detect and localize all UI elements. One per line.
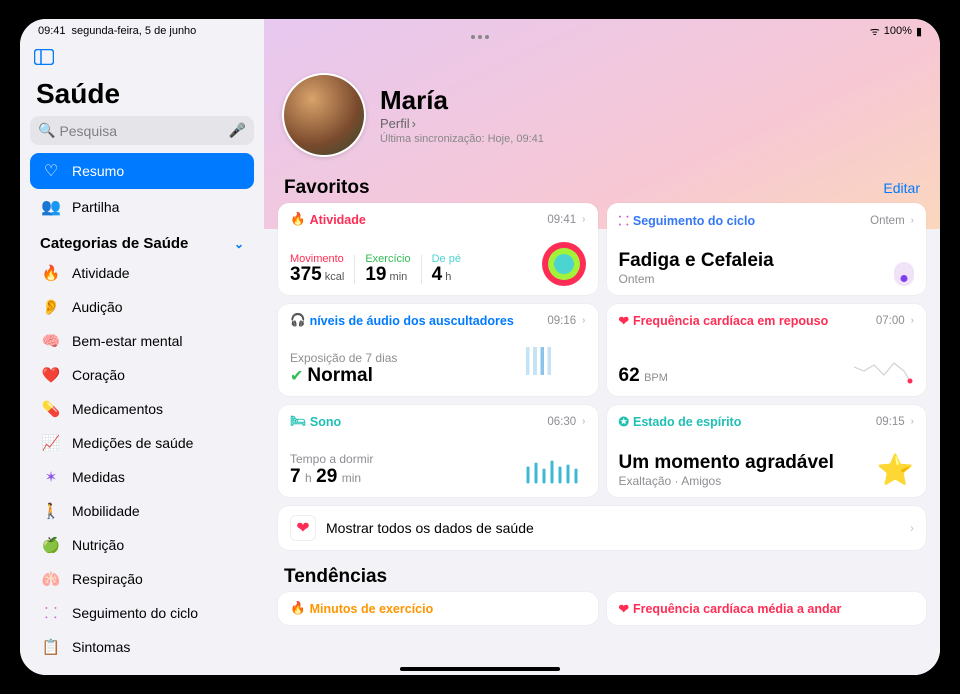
card-trend-walking-hr[interactable]: ❤︎Frequência cardíaca média a andar xyxy=(607,592,927,625)
search-placeholder: Pesquisa xyxy=(59,123,117,139)
chevron-right-icon: › xyxy=(582,214,585,225)
sidebar: Saúde 🔍 Pesquisa 🎤 ♡ Resumo 👥 Partilha C… xyxy=(20,19,264,675)
card-trend-exercise[interactable]: 🔥Minutos de exercício xyxy=(278,592,598,625)
lungs-icon: 🫁 xyxy=(40,568,62,590)
hr-sparkline-icon xyxy=(852,357,914,387)
battery-pct: 100% xyxy=(884,25,912,37)
search-input[interactable]: 🔍 Pesquisa 🎤 xyxy=(30,116,254,145)
flame-icon: 🔥 xyxy=(290,212,306,227)
apple-icon: 🍏 xyxy=(40,534,62,556)
sleep-sparkline-icon xyxy=(524,458,586,488)
categories-header[interactable]: Categorias de Saúde ⌄ xyxy=(30,225,254,256)
pill-icon: 💊 xyxy=(40,398,62,420)
heart-outline-icon: ♡ xyxy=(40,160,62,182)
multitask-dots[interactable] xyxy=(471,35,489,39)
nav-summary[interactable]: ♡ Resumo xyxy=(30,153,254,189)
chevron-down-icon: ⌄ xyxy=(234,237,244,251)
avatar[interactable] xyxy=(282,73,366,157)
heart-icon: ❤︎ xyxy=(619,313,629,328)
heart-icon: ❤️ xyxy=(40,364,62,386)
cat-symptoms[interactable]: 📋Sintomas xyxy=(30,630,254,664)
battery-icon: ▮ xyxy=(916,25,922,38)
status-time: 09:41 xyxy=(38,25,66,37)
clipboard-icon: 📋 xyxy=(40,636,62,658)
star-icon: ⭐ xyxy=(877,453,914,488)
cat-nutrition[interactable]: 🍏Nutrição xyxy=(30,528,254,562)
chevron-right-icon: › xyxy=(911,215,914,226)
chevron-right-icon: › xyxy=(910,521,914,535)
trends-title: Tendências xyxy=(284,566,387,588)
cycle-indicator-icon xyxy=(894,262,914,286)
cat-medication[interactable]: 💊Medicamentos xyxy=(30,392,254,426)
people-icon: 👥 xyxy=(40,196,62,218)
nav-sharing-label: Partilha xyxy=(72,199,119,215)
cycle-icon: ⸬ xyxy=(40,602,62,624)
bed-icon: 🛏 xyxy=(290,414,306,429)
card-headphone-audio[interactable]: 🎧níveis de áudio dos auscultadores09:16›… xyxy=(278,304,598,396)
status-date: segunda-feira, 5 de junho xyxy=(72,25,197,37)
home-indicator[interactable] xyxy=(400,667,560,671)
profile-header[interactable]: María Perfil › Última sincronização: Hoj… xyxy=(282,73,926,157)
categories-title: Categorias de Saúde xyxy=(40,235,188,252)
ruler-icon: ✶ xyxy=(40,466,62,488)
card-cycle[interactable]: ⸬Seguimento do cicloOntem› Fadiga e Cefa… xyxy=(607,203,927,295)
cat-hearing[interactable]: 👂Audição xyxy=(30,290,254,324)
wifi-icon: ᯤ xyxy=(870,24,880,39)
cat-metrics[interactable]: 📈Medições de saúde xyxy=(30,426,254,460)
cat-body[interactable]: ✶Medidas xyxy=(30,460,254,494)
chevron-right-icon: › xyxy=(911,315,914,326)
app-title: Saúde xyxy=(30,78,254,110)
mood-icon: ✪ xyxy=(619,414,629,429)
flame-icon: 🔥 xyxy=(290,601,306,616)
cat-mental[interactable]: 🧠Bem-estar mental xyxy=(30,324,254,358)
nav-summary-label: Resumo xyxy=(72,163,124,179)
flame-icon: 🔥 xyxy=(40,262,62,284)
cat-respiratory[interactable]: 🫁Respiração xyxy=(30,562,254,596)
nav-sharing[interactable]: 👥 Partilha xyxy=(30,189,254,225)
ear-icon: 👂 xyxy=(40,296,62,318)
card-mood[interactable]: ✪Estado de espírito09:15› Um momento agr… xyxy=(607,405,927,497)
audio-sparkline-icon xyxy=(526,347,586,375)
favorites-title: Favoritos xyxy=(284,177,370,199)
main-content: María Perfil › Última sincronização: Hoj… xyxy=(264,19,940,675)
walk-icon: 🚶 xyxy=(40,500,62,522)
chevron-right-icon: › xyxy=(582,416,585,427)
show-all-label: Mostrar todos os dados de saúde xyxy=(326,520,534,536)
category-list: 🔥Atividade 👂Audição 🧠Bem-estar mental ❤️… xyxy=(30,256,254,664)
mic-icon[interactable]: 🎤 xyxy=(229,122,246,139)
card-activity[interactable]: 🔥Atividade09:41› Movimento375 kcal Exerc… xyxy=(278,203,598,295)
profile-link[interactable]: Perfil › xyxy=(380,116,544,131)
heart-icon: ❤︎ xyxy=(619,601,629,616)
cat-heart[interactable]: ❤️Coração xyxy=(30,358,254,392)
cat-cycle[interactable]: ⸬Seguimento do ciclo xyxy=(30,596,254,630)
hr-value: 62 xyxy=(619,365,640,386)
cycle-icon: ⸬ xyxy=(619,212,629,229)
chart-icon: 📈 xyxy=(40,432,62,454)
cat-activity[interactable]: 🔥Atividade xyxy=(30,256,254,290)
check-icon: ✔︎ xyxy=(290,366,303,386)
profile-sync: Última sincronização: Hoje, 09:41 xyxy=(380,133,544,145)
heart-icon: ❤︎ xyxy=(290,515,316,541)
brain-icon: 🧠 xyxy=(40,330,62,352)
activity-rings-icon xyxy=(542,242,586,286)
chevron-right-icon: › xyxy=(412,116,416,131)
card-sleep[interactable]: 🛏Sono06:30› Tempo a dormir 7 h 29 min xyxy=(278,405,598,497)
edit-favorites-button[interactable]: Editar xyxy=(883,180,920,196)
toggle-sidebar-button[interactable] xyxy=(34,49,254,70)
headphone-icon: 🎧 xyxy=(290,313,306,328)
card-resting-hr[interactable]: ❤︎Frequência cardíaca em repouso07:00› 6… xyxy=(607,304,927,396)
profile-name: María xyxy=(380,85,544,116)
cycle-value: Fadiga e Cefaleia xyxy=(619,250,774,272)
cat-mobility[interactable]: 🚶Mobilidade xyxy=(30,494,254,528)
chevron-right-icon: › xyxy=(911,416,914,427)
chevron-right-icon: › xyxy=(582,315,585,326)
show-all-health-data[interactable]: ❤︎ Mostrar todos os dados de saúde › xyxy=(278,506,926,550)
search-icon: 🔍 xyxy=(38,122,55,139)
